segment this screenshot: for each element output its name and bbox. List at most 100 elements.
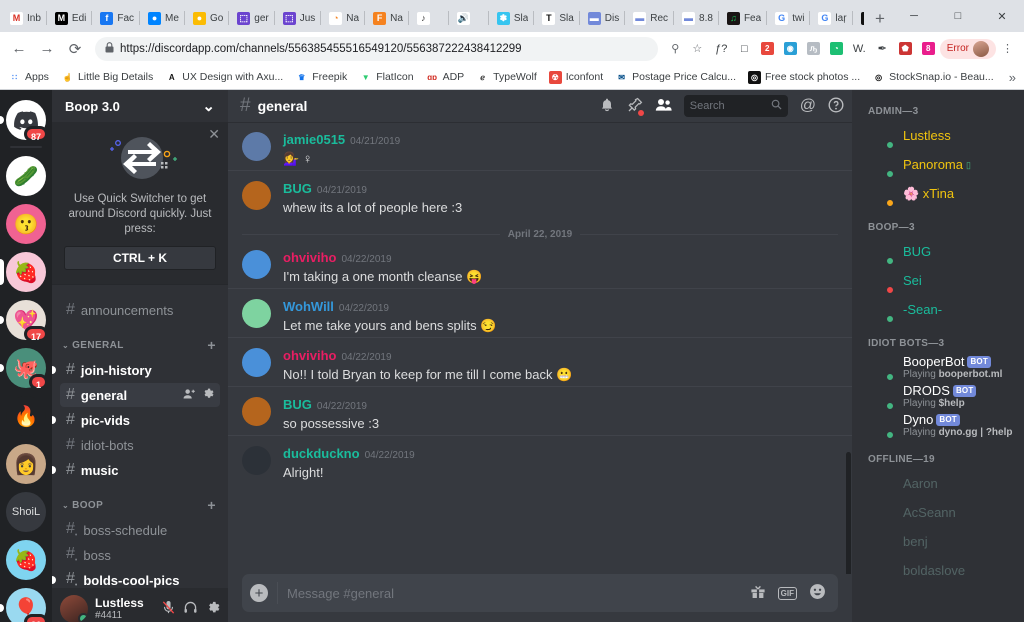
browser-tab[interactable]: ⬚ ger xyxy=(229,4,275,32)
bookmark-item[interactable]: ɑɒ ADP xyxy=(425,70,464,84)
back-button[interactable]: ← xyxy=(6,36,32,62)
sidebar-channel-pic-vids[interactable]: # pic-vids xyxy=(52,408,220,432)
mute-microphone-icon[interactable] xyxy=(161,600,176,618)
sidebar-channel-announcements[interactable]: # announcements xyxy=(60,298,220,322)
guild-avatar[interactable]: 😗 xyxy=(6,204,46,244)
user-settings-gear-icon[interactable] xyxy=(205,600,220,618)
grey-person-ext-icon[interactable]: ԡ xyxy=(803,38,824,59)
sidebar-channel-join-history[interactable]: # join-history xyxy=(52,358,220,382)
bookmark-item[interactable]: ✉ Postage Price Calcu... xyxy=(615,70,736,84)
bookmark-item[interactable]: ▼ FlatIcon xyxy=(359,70,414,84)
avatar[interactable] xyxy=(868,384,895,411)
bookmark-star-icon[interactable]: ☆ xyxy=(687,38,708,59)
guild-icon[interactable]: 💖 17 xyxy=(0,296,52,344)
address-bar[interactable]: https://discordapp.com/channels/55638545… xyxy=(95,36,658,61)
forward-button[interactable]: → xyxy=(34,36,60,62)
emoji-icon[interactable] xyxy=(809,583,826,603)
avatar[interactable] xyxy=(868,181,895,208)
green-circle-ext-icon[interactable]: ◔ xyxy=(826,38,847,59)
help-icon[interactable] xyxy=(828,96,844,116)
pinned-messages-icon[interactable] xyxy=(627,97,644,116)
guild-icon[interactable]: 🐙 1 xyxy=(0,344,52,392)
guild-icon[interactable]: 😗 xyxy=(0,200,52,248)
avatar[interactable] xyxy=(868,471,894,497)
mentions-icon[interactable]: @ xyxy=(800,97,816,115)
new-tab-button[interactable]: + xyxy=(867,6,893,32)
guild-icon[interactable]: 🍓 xyxy=(0,536,52,584)
chevron-down-icon[interactable]: ⌄ xyxy=(202,97,215,115)
member-list-item[interactable]: -Sean- xyxy=(852,295,1024,324)
browser-tab[interactable]: Glaŗ xyxy=(810,4,853,32)
bookmark-item[interactable]: ∷ Apps xyxy=(8,70,49,84)
upload-attachment-button[interactable]: + xyxy=(250,584,268,602)
member-list-item[interactable]: Aaron xyxy=(852,469,1024,498)
channel-category[interactable]: ⌄ BOOP + xyxy=(52,483,228,517)
avatar[interactable] xyxy=(242,181,271,210)
member-list-item[interactable]: BooperBot BOT Playing booperbot.ml xyxy=(852,353,1024,382)
bookmark-item[interactable]: ☝ Little Big Details xyxy=(60,70,153,84)
bookmark-item[interactable]: ◎ StockSnap.io - Beau... xyxy=(872,70,994,84)
browser-tab[interactable]: ♪ xyxy=(409,4,449,32)
message-input-placeholder[interactable]: Message #general xyxy=(287,586,750,601)
browser-tab[interactable]: T Sla xyxy=(534,4,580,32)
search-input[interactable]: Search xyxy=(683,95,788,117)
user-panel[interactable]: Lustless #4411 xyxy=(52,588,228,622)
browser-tab[interactable]: ♫ Fea xyxy=(719,4,768,32)
camera-icon[interactable]: □ xyxy=(734,38,755,59)
chevron-down-icon[interactable]: ⌄ xyxy=(62,501,69,510)
minimize-button[interactable]: ─ xyxy=(892,0,936,32)
browser-tab[interactable]: 🔊 xyxy=(449,4,489,32)
avatar[interactable] xyxy=(868,268,895,295)
add-channel-icon[interactable]: + xyxy=(207,497,220,513)
avatar[interactable] xyxy=(242,250,271,279)
avatar[interactable] xyxy=(60,595,88,622)
close-window-button[interactable]: ✕ xyxy=(980,0,1024,32)
member-list-item[interactable]: AcSeann xyxy=(852,498,1024,527)
error-profile-pill[interactable]: Error xyxy=(939,38,996,59)
chevron-down-icon[interactable]: ⌄ xyxy=(62,341,69,350)
sidebar-channel-boss-schedule[interactable]: #• boss-schedule xyxy=(60,518,220,542)
avatar[interactable] xyxy=(242,446,271,475)
browser-tab[interactable]: ⬚ Jus xyxy=(275,4,322,32)
avatar[interactable] xyxy=(868,500,894,526)
bookmark-item[interactable]: A UX Design with Axu... xyxy=(165,70,283,84)
avatar[interactable] xyxy=(868,355,895,382)
member-list-item[interactable]: benj xyxy=(852,527,1024,556)
settings-icon[interactable] xyxy=(201,387,214,403)
guild-rail[interactable]: 87🥒😗🍓💖17🐙1🔥👩ShoiL🍓🎈26🌀🐮NEW xyxy=(0,90,52,622)
guild-icon[interactable]: 👩 xyxy=(0,440,52,488)
guild-icon[interactable]: 🥒 xyxy=(0,152,52,200)
avatar[interactable] xyxy=(868,529,894,555)
avatar[interactable] xyxy=(868,239,895,266)
gift-icon[interactable] xyxy=(750,584,766,602)
guild-icon[interactable]: 🔥 xyxy=(0,392,52,440)
browser-tab[interactable]: ◔ Na xyxy=(321,4,365,32)
guild-icon[interactable]: 🍓 xyxy=(0,248,52,296)
guild-icon[interactable]: ShoiL xyxy=(0,488,52,536)
password-key-icon[interactable]: ⚲ xyxy=(665,38,686,59)
browser-tab[interactable]: SDis xyxy=(853,4,864,32)
bookmarks-overflow-button[interactable]: » xyxy=(1009,70,1016,85)
browser-tab[interactable]: ▬ Dis xyxy=(580,4,626,32)
message-author[interactable]: ohviviho xyxy=(283,348,336,363)
browser-tab[interactable]: Gtwi xyxy=(767,4,811,32)
member-list-item[interactable]: boldaslove xyxy=(852,556,1024,585)
pen-ext-icon[interactable]: ✒ xyxy=(872,38,893,59)
bookmark-item[interactable]: ℯ TypeWolf xyxy=(476,70,537,84)
reload-button[interactable]: ⟳ xyxy=(62,36,88,62)
add-channel-icon[interactable]: + xyxy=(207,337,220,353)
avatar[interactable] xyxy=(868,123,895,150)
gif-icon[interactable]: GIF xyxy=(777,586,797,600)
channel-list[interactable]: # announcements ⌄ GENERAL + # join-history # gen… xyxy=(52,285,228,588)
avatar[interactable] xyxy=(868,413,895,440)
m-pink-ext-icon[interactable]: 8 xyxy=(918,38,939,59)
bookmark-item[interactable]: ☢ Iconfont xyxy=(548,70,603,84)
guild-icon[interactable]: 🎈26 xyxy=(0,584,52,622)
browser-tab[interactable]: ● Go xyxy=(185,4,230,32)
guild-icon[interactable]: 87 xyxy=(0,96,52,144)
channel-category[interactable]: ⌄ GENERAL + xyxy=(52,323,228,357)
guild-avatar[interactable]: 🍓 xyxy=(6,252,46,292)
browser-tab[interactable]: M Edi xyxy=(47,4,93,32)
message-composer[interactable]: + Message #general GIF xyxy=(242,574,838,612)
close-icon[interactable]: ✕ xyxy=(208,126,220,143)
